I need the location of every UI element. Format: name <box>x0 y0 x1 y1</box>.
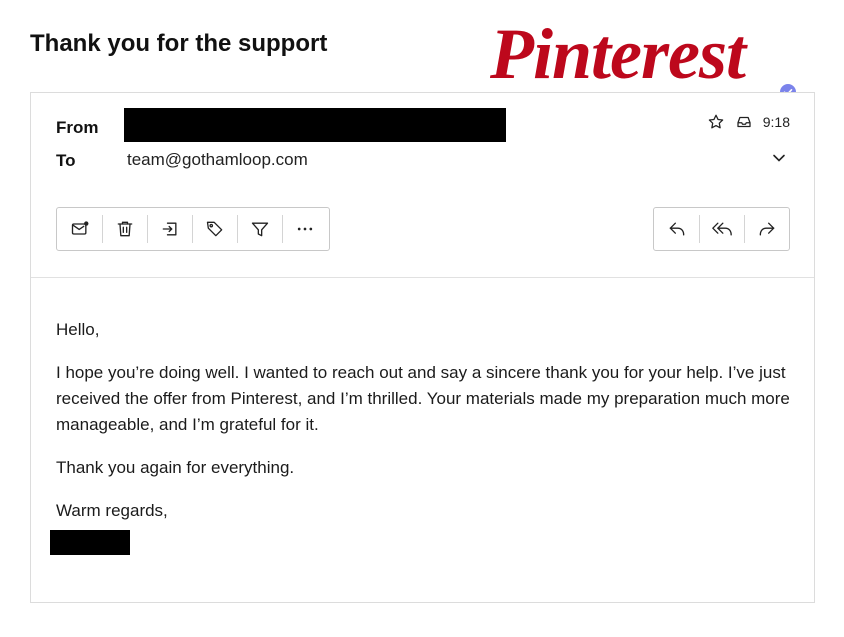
star-icon[interactable] <box>707 113 725 131</box>
signature-redacted <box>50 530 130 555</box>
inbox-icon <box>737 116 751 128</box>
to-label: To <box>56 151 76 170</box>
tag-button[interactable] <box>192 208 237 250</box>
from-label: From <box>56 118 99 137</box>
greeting: Hello, <box>56 320 100 339</box>
forward-button[interactable] <box>744 208 789 250</box>
chevron-down-icon[interactable] <box>772 153 786 163</box>
more-icon <box>297 227 312 231</box>
reply-icon <box>669 222 684 236</box>
delete-icon <box>117 221 132 237</box>
received-time: 9:18 <box>762 114 790 130</box>
mark-unread-icon <box>71 221 88 235</box>
message-meta: 9:18 <box>707 113 790 131</box>
more-actions-button[interactable] <box>282 208 327 250</box>
email-subject: Thank you for the support <box>30 30 328 57</box>
delete-button[interactable] <box>102 208 147 250</box>
mark-unread-button[interactable] <box>57 208 102 250</box>
reply-all-button[interactable] <box>699 208 744 250</box>
email-card: From To team@gothamloop.com 9:18 Hello, … <box>30 92 815 603</box>
reply-all-icon <box>711 222 732 236</box>
filter-icon <box>251 222 268 237</box>
body-paragraph-2: Thank you again for everything. <box>56 458 295 477</box>
tag-icon <box>206 221 222 237</box>
sender-redacted <box>124 108 506 142</box>
header-divider <box>31 277 814 278</box>
message-actions-toolbar <box>56 207 330 251</box>
filter-button[interactable] <box>237 208 282 250</box>
pinterest-logo: Pinterest <box>490 14 746 94</box>
reply-actions-toolbar <box>653 207 790 251</box>
body-paragraph-1: I hope you’re doing well. I wanted to re… <box>56 363 790 434</box>
forward-icon <box>759 222 774 236</box>
move-icon <box>162 222 176 236</box>
reply-button[interactable] <box>654 208 699 250</box>
move-button[interactable] <box>147 208 192 250</box>
closing: Warm regards, <box>56 501 168 520</box>
message-body: Hello, I hope you’re doing well. I wante… <box>56 317 791 524</box>
recipient-address[interactable]: team@gothamloop.com <box>127 150 308 170</box>
